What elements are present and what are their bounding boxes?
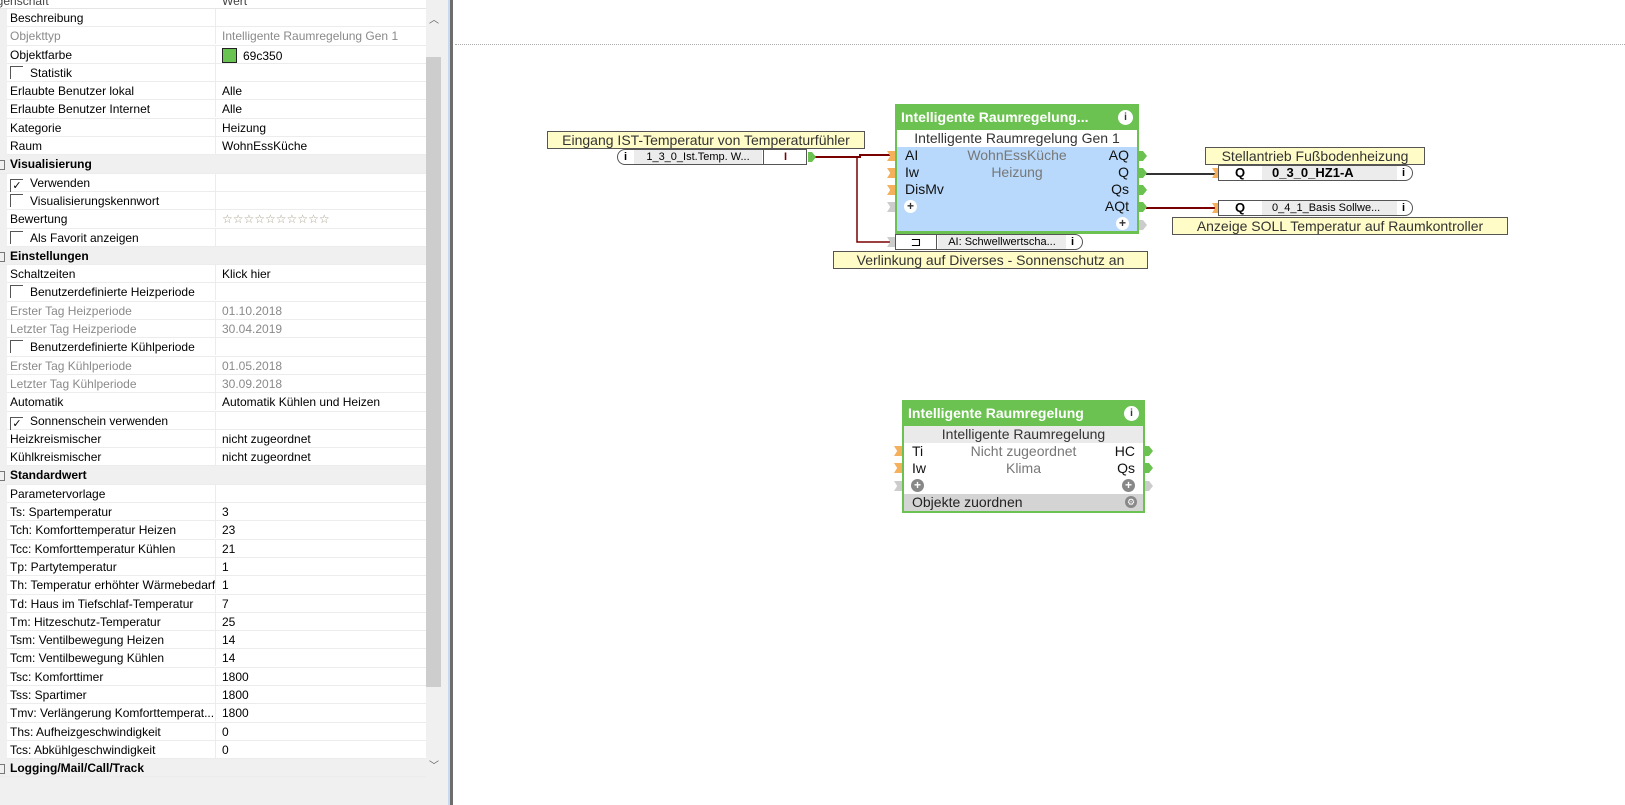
wires [815, 154, 1216, 243]
output-object-name: 0_3_0_HZ1-A [1262, 166, 1397, 180]
output-object-type: Q [1234, 166, 1246, 180]
output-qs[interactable]: Qs [1117, 460, 1135, 477]
add-input-icon[interactable]: + [911, 479, 924, 492]
info-icon[interactable]: i [1124, 406, 1139, 421]
input-dismv[interactable]: DisMv [905, 181, 944, 198]
output-hc[interactable]: HC [1115, 443, 1135, 460]
block-subtitle: Intelligente Raumregelung [904, 426, 1143, 443]
wire-input-link[interactable] [856, 157, 890, 243]
output-aq[interactable]: AQ [1109, 147, 1129, 164]
link-object-name: AI: Schwellwertscha... [938, 235, 1066, 249]
assign-objects-label: Objekte zuordnen [912, 494, 1023, 510]
block-room: WohnEssKüche [967, 147, 1067, 163]
assign-objects-button[interactable]: Objekte zuordnen ⚙ [904, 494, 1143, 511]
comment-out2-label[interactable]: Anzeige SOLL Temperatur auf Raumkontroll… [1172, 217, 1508, 235]
add-input-icon[interactable]: + [904, 200, 917, 213]
info-icon[interactable]: i [1402, 166, 1405, 180]
block-category: Heizung [991, 164, 1043, 180]
info-icon[interactable]: i [1071, 235, 1074, 249]
info-icon[interactable]: i [1402, 201, 1405, 215]
add-output-icon[interactable]: + [1122, 479, 1135, 492]
block-title: Intelligente Raumregelung [908, 405, 1084, 421]
input-object-ist-temp[interactable]: i 1_3_0_Ist.Temp. W... I [617, 149, 807, 165]
output-object-hz1[interactable]: Q 0_3_0_HZ1-A i [1218, 165, 1413, 181]
block-category: Klima [1005, 460, 1041, 476]
block-subtitle: Intelligente Raumregelung Gen 1 [897, 130, 1137, 147]
link-icon: ⊐ [896, 235, 937, 249]
link-object[interactable]: ⊐ AI: Schwellwertscha... i [895, 234, 1083, 250]
info-icon[interactable]: i [1118, 110, 1133, 125]
info-icon[interactable]: i [624, 150, 627, 164]
output-qs[interactable]: Qs [1111, 181, 1129, 198]
comment-link-label[interactable]: Verlinkung auf Diverses - Sonnenschutz a… [833, 251, 1148, 269]
gear-icon[interactable]: ⚙ [1125, 496, 1137, 508]
block-room: Nicht zugeordnet [970, 443, 1077, 459]
output-object-name: 0_4_1_Basis Sollwe... [1262, 201, 1397, 215]
block-title: Intelligente Raumregelung... [901, 109, 1089, 125]
block-raumregelung-gen1[interactable]: Intelligente Raumregelung... i Intelligen… [895, 104, 1139, 234]
block-raumregelung[interactable]: Intelligente Raumregelung i Intelligente … [902, 400, 1145, 513]
comment-out1-label[interactable]: Stellantrieb Fußbodenheizung [1205, 147, 1425, 165]
output-aqt[interactable]: AQt [1105, 198, 1129, 215]
output-q[interactable]: Q [1118, 164, 1129, 181]
wire-input-ai[interactable] [815, 154, 890, 158]
comment-input-label[interactable]: Eingang IST-Temperatur von Temperaturfüh… [547, 131, 865, 149]
input-object-value: I [763, 150, 807, 164]
output-object-type: Q [1234, 201, 1246, 215]
output-object-sollwert[interactable]: Q 0_4_1_Basis Sollwe... i [1218, 200, 1413, 216]
add-output-icon[interactable]: + [1116, 217, 1129, 230]
input-object-name: 1_3_0_Ist.Temp. W... [634, 150, 762, 164]
